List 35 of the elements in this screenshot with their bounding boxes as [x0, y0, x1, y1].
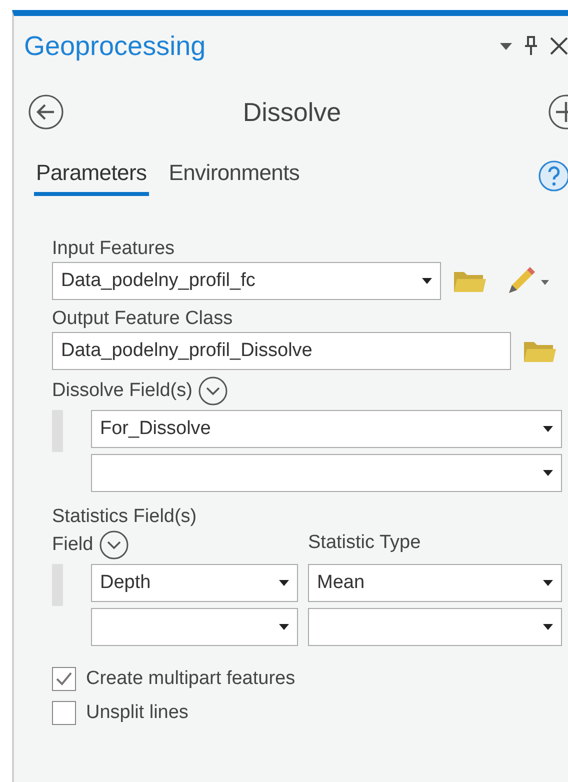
- dissolve-field-dropdown[interactable]: [91, 454, 562, 492]
- field-label: Input Features: [52, 237, 176, 261]
- checkbox-label: Create multipart features: [86, 667, 296, 691]
- dropdown-caret-icon[interactable]: [500, 42, 512, 50]
- column-header: Statistic Type: [308, 531, 421, 555]
- statistics-field-dropdown[interactable]: [91, 608, 298, 646]
- pin-icon[interactable]: [524, 36, 538, 56]
- dissolve-field-dropdown[interactable]: For_Dissolve: [91, 410, 562, 448]
- panel-title: Geoprocessing: [24, 30, 207, 62]
- field-label: Output Feature Class: [52, 307, 234, 331]
- tab[interactable]: Environments: [166, 160, 302, 196]
- dropdown-caret-icon: [543, 624, 553, 630]
- tab[interactable]: Parameters: [34, 160, 149, 196]
- expand-chevron-icon[interactable]: [99, 530, 130, 560]
- checkbox[interactable]: [52, 667, 76, 691]
- close-icon[interactable]: [550, 37, 568, 55]
- input-features-dropdown[interactable]: Data_podelny_profil_fc: [52, 262, 441, 300]
- statistic-type-dropdown[interactable]: Mean: [308, 564, 562, 602]
- statistic-type-dropdown[interactable]: [308, 608, 562, 646]
- checkbox[interactable]: [52, 701, 76, 725]
- dropdown-caret-icon: [422, 278, 432, 284]
- expand-chevron-icon[interactable]: [198, 376, 228, 406]
- field-label: Statistics Field(s): [52, 505, 198, 529]
- output-feature-class-field[interactable]: Data_podelny_profil_Dissolve: [52, 332, 511, 370]
- help-icon[interactable]: [538, 160, 568, 192]
- field-label: Dissolve Field(s): [52, 379, 192, 403]
- dropdown-caret-icon: [543, 426, 553, 432]
- statistics-field-dropdown[interactable]: Depth: [91, 564, 298, 602]
- tool-title: Dissolve: [242, 96, 342, 128]
- dropdown-caret-icon: [543, 470, 553, 476]
- dropdown-caret-icon: [279, 624, 289, 630]
- dropdown-caret-icon: [279, 580, 289, 586]
- dropdown-caret-icon: [543, 580, 553, 586]
- checkbox-label: Unsplit lines: [86, 701, 188, 725]
- column-header: Field: [52, 533, 94, 557]
